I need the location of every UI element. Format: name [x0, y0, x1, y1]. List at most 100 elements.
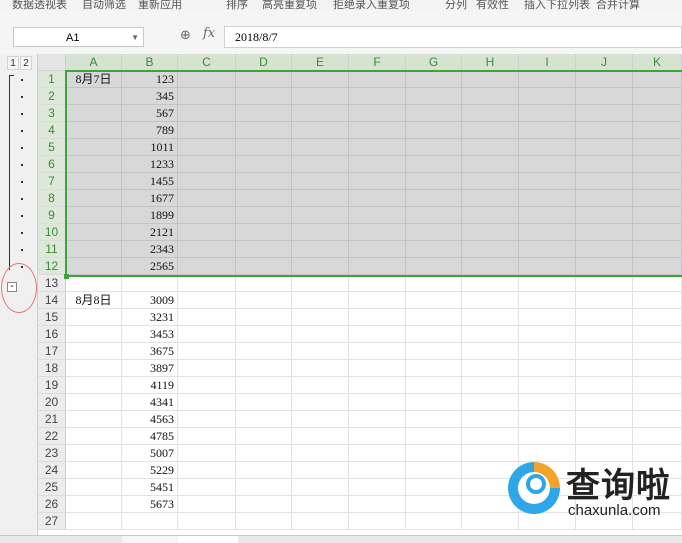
- cell-i7[interactable]: [519, 173, 576, 190]
- cell-c9[interactable]: [178, 207, 236, 224]
- cell-k10[interactable]: [633, 224, 682, 241]
- cell-c7[interactable]: [178, 173, 236, 190]
- row-header[interactable]: 18: [38, 360, 66, 377]
- cell-f2[interactable]: [349, 88, 406, 105]
- cell-e7[interactable]: [292, 173, 349, 190]
- cell-k22[interactable]: [633, 428, 682, 445]
- cell-b8[interactable]: 1677: [122, 190, 178, 207]
- cell-i22[interactable]: [519, 428, 576, 445]
- row-header[interactable]: 20: [38, 394, 66, 411]
- cell-k11[interactable]: [633, 241, 682, 258]
- cell-e22[interactable]: [292, 428, 349, 445]
- cell-i14[interactable]: [519, 292, 576, 309]
- cell-f22[interactable]: [349, 428, 406, 445]
- cell-k15[interactable]: [633, 309, 682, 326]
- cell-j21[interactable]: [576, 411, 633, 428]
- row-header[interactable]: 14: [38, 292, 66, 309]
- cell-c23[interactable]: [178, 445, 236, 462]
- cell-j2[interactable]: [576, 88, 633, 105]
- cell-k14[interactable]: [633, 292, 682, 309]
- cell-b6[interactable]: 1233: [122, 156, 178, 173]
- cell-c4[interactable]: [178, 122, 236, 139]
- cell-k4[interactable]: [633, 122, 682, 139]
- cell-k18[interactable]: [633, 360, 682, 377]
- cell-k17[interactable]: [633, 343, 682, 360]
- cell-d1[interactable]: [236, 71, 292, 88]
- cell-e3[interactable]: [292, 105, 349, 122]
- cell-f15[interactable]: [349, 309, 406, 326]
- cell-d4[interactable]: [236, 122, 292, 139]
- cell-a25[interactable]: [66, 479, 122, 496]
- cell-i12[interactable]: [519, 258, 576, 275]
- cell-e9[interactable]: [292, 207, 349, 224]
- cell-b16[interactable]: 3453: [122, 326, 178, 343]
- cell-e1[interactable]: [292, 71, 349, 88]
- cell-c14[interactable]: [178, 292, 236, 309]
- cell-b13[interactable]: [122, 275, 178, 292]
- cell-j15[interactable]: [576, 309, 633, 326]
- row-header[interactable]: 24: [38, 462, 66, 479]
- cell-g17[interactable]: [406, 343, 462, 360]
- cell-g22[interactable]: [406, 428, 462, 445]
- cell-k8[interactable]: [633, 190, 682, 207]
- cell-b11[interactable]: 2343: [122, 241, 178, 258]
- column-header-c[interactable]: C: [178, 54, 236, 71]
- cell-b2[interactable]: 345: [122, 88, 178, 105]
- cell-h21[interactable]: [462, 411, 519, 428]
- cell-b3[interactable]: 567: [122, 105, 178, 122]
- cell-i2[interactable]: [519, 88, 576, 105]
- cell-k16[interactable]: [633, 326, 682, 343]
- cell-f27[interactable]: [349, 513, 406, 530]
- cell-e27[interactable]: [292, 513, 349, 530]
- cell-a26[interactable]: [66, 496, 122, 513]
- cell-d23[interactable]: [236, 445, 292, 462]
- cell-g16[interactable]: [406, 326, 462, 343]
- cell-f5[interactable]: [349, 139, 406, 156]
- cell-g10[interactable]: [406, 224, 462, 241]
- outline-level-1-button[interactable]: 1: [7, 56, 19, 70]
- cell-i5[interactable]: [519, 139, 576, 156]
- row-header[interactable]: 6: [38, 156, 66, 173]
- cell-k7[interactable]: [633, 173, 682, 190]
- cell-f26[interactable]: [349, 496, 406, 513]
- cell-f11[interactable]: [349, 241, 406, 258]
- cell-g20[interactable]: [406, 394, 462, 411]
- cell-d26[interactable]: [236, 496, 292, 513]
- cell-d22[interactable]: [236, 428, 292, 445]
- cell-g23[interactable]: [406, 445, 462, 462]
- cell-c15[interactable]: [178, 309, 236, 326]
- row-header[interactable]: 3: [38, 105, 66, 122]
- row-header[interactable]: 2: [38, 88, 66, 105]
- cell-h7[interactable]: [462, 173, 519, 190]
- chevron-down-icon[interactable]: ▼: [131, 28, 139, 48]
- row-header[interactable]: 5: [38, 139, 66, 156]
- cell-j16[interactable]: [576, 326, 633, 343]
- cell-c17[interactable]: [178, 343, 236, 360]
- cell-a9[interactable]: [66, 207, 122, 224]
- cell-a22[interactable]: [66, 428, 122, 445]
- cell-f20[interactable]: [349, 394, 406, 411]
- cell-d15[interactable]: [236, 309, 292, 326]
- cell-e17[interactable]: [292, 343, 349, 360]
- cell-f1[interactable]: [349, 71, 406, 88]
- cell-e16[interactable]: [292, 326, 349, 343]
- cell-g21[interactable]: [406, 411, 462, 428]
- cell-b15[interactable]: 3231: [122, 309, 178, 326]
- cell-b1[interactable]: 123: [122, 71, 178, 88]
- cell-f9[interactable]: [349, 207, 406, 224]
- cell-i8[interactable]: [519, 190, 576, 207]
- cell-a12[interactable]: [66, 258, 122, 275]
- cell-c5[interactable]: [178, 139, 236, 156]
- cell-d8[interactable]: [236, 190, 292, 207]
- cell-g19[interactable]: [406, 377, 462, 394]
- cell-h1[interactable]: [462, 71, 519, 88]
- cell-b9[interactable]: 1899: [122, 207, 178, 224]
- cell-h19[interactable]: [462, 377, 519, 394]
- cell-j7[interactable]: [576, 173, 633, 190]
- row-header[interactable]: 8: [38, 190, 66, 207]
- cell-e5[interactable]: [292, 139, 349, 156]
- cell-g13[interactable]: [406, 275, 462, 292]
- cell-a16[interactable]: [66, 326, 122, 343]
- cell-i9[interactable]: [519, 207, 576, 224]
- cell-g11[interactable]: [406, 241, 462, 258]
